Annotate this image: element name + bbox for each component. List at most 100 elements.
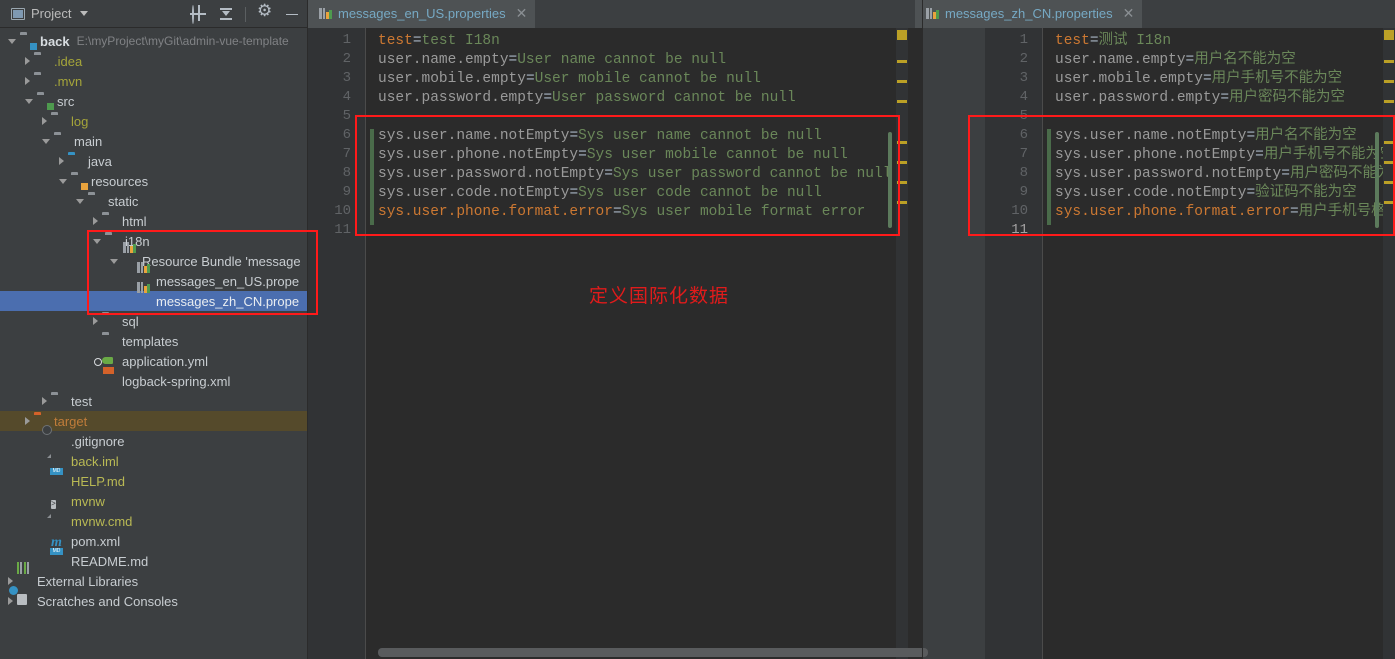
warning-marker[interactable] <box>1384 141 1394 144</box>
expand-arrow-open-icon[interactable] <box>110 258 118 264</box>
code-line[interactable]: sys.user.password.notEmpty=用户密码不能为空 <box>1055 165 1395 184</box>
warning-marker[interactable] <box>897 30 907 40</box>
tree-item-i18n[interactable]: i18n <box>0 231 308 251</box>
code-line[interactable]: sys.user.name.notEmpty=Sys user name can… <box>378 127 822 146</box>
code-line[interactable]: test=测试 I18n <box>1055 32 1171 51</box>
code-line[interactable]: sys.user.name.notEmpty=用户名不能为空 <box>1055 127 1357 146</box>
close-icon[interactable]: ✕ <box>1123 6 1135 20</box>
code-line[interactable]: user.password.empty=User password cannot… <box>378 89 796 108</box>
tree-item-external-libraries[interactable]: External Libraries <box>0 561 308 591</box>
tree-item--gitignore[interactable]: .gitignore <box>0 431 308 451</box>
tree-item-mvnw-cmd[interactable]: mvnw.cmd <box>0 511 308 531</box>
code-line[interactable]: sys.user.phone.format.error=用户手机号格式错误 <box>1055 203 1395 222</box>
close-icon[interactable]: ✕ <box>516 6 528 20</box>
tree-item-messages-en-us-prope[interactable]: messages_en_US.prope <box>0 261 308 291</box>
warning-marker[interactable] <box>1384 161 1394 164</box>
code-line[interactable]: sys.user.password.notEmpty=Sys user pass… <box>378 165 891 184</box>
tree-item-resource-bundle-message[interactable]: Resource Bundle 'message <box>0 241 308 271</box>
gear-icon[interactable] <box>257 2 272 21</box>
tree-item-java[interactable]: java <box>0 151 308 171</box>
expand-arrow-open-icon[interactable] <box>93 238 101 244</box>
editor-pane-en-us[interactable]: 1 2 3 4 5 6 7 8 9 10 11 test=test I18n user.name.em… <box>308 28 928 659</box>
code-line[interactable]: user.name.empty=用户名不能为空 <box>1055 51 1296 70</box>
code-line[interactable]: sys.user.code.notEmpty=验证码不能为空 <box>1055 184 1357 203</box>
error-marker-column[interactable] <box>1383 28 1395 659</box>
warning-marker[interactable] <box>897 100 907 103</box>
code-line[interactable]: sys.user.phone.notEmpty=Sys user mobile … <box>378 146 848 165</box>
warning-marker[interactable] <box>1384 80 1394 83</box>
tree-item-back[interactable]: back E:\myProject\myGit\admin-vue-templat… <box>0 31 308 51</box>
tree-item--idea[interactable]: .idea <box>0 51 308 71</box>
editor-splitter[interactable] <box>922 0 923 659</box>
warning-marker[interactable] <box>897 181 907 184</box>
tree-item-pom-xml[interactable]: m pom.xml <box>0 531 308 551</box>
project-panel-title-group[interactable]: Project <box>0 0 89 28</box>
expand-arrow-closed-icon[interactable] <box>25 77 30 85</box>
expand-arrow-closed-icon[interactable] <box>25 57 30 65</box>
editor-scrollbar-thumb[interactable] <box>1375 132 1379 228</box>
code-line[interactable]: sys.user.phone.notEmpty=用户手机号不能为空 <box>1055 146 1394 165</box>
warning-marker[interactable] <box>897 60 907 63</box>
tree-item-sql[interactable]: sql <box>0 311 308 331</box>
code-line[interactable]: user.password.empty=用户密码不能为空 <box>1055 89 1345 108</box>
tree-item-messages-zh-cn-prope[interactable]: messages_zh_CN.prope <box>0 281 308 311</box>
tab-messages-en-us[interactable]: messages_en_US.properties ✕ <box>308 0 536 28</box>
code-line[interactable]: sys.user.code.notEmpty=Sys user code can… <box>378 184 822 203</box>
chevron-down-icon[interactable] <box>80 11 89 16</box>
tree-item-log[interactable]: log <box>0 111 308 131</box>
expand-arrow-closed-icon[interactable] <box>8 577 13 585</box>
tree-item-application-yml[interactable]: application.yml <box>0 351 308 371</box>
warning-marker[interactable] <box>1384 201 1394 204</box>
tree-item-logback-spring-xml[interactable]: logback-spring.xml <box>0 371 308 391</box>
code-line[interactable]: user.mobile.empty=用户手机号不能为空 <box>1055 70 1342 89</box>
code-content[interactable]: test=test I18n user.name.empty=User name … <box>378 28 922 659</box>
code-line[interactable]: user.name.empty=User name cannot be null <box>378 51 726 70</box>
code-content[interactable]: test=测试 I18n user.name.empty=用户名不能为空 user.… <box>1055 28 1395 659</box>
tree-item-test[interactable]: test <box>0 391 308 411</box>
tree-item-back-iml[interactable]: back.iml <box>0 451 308 471</box>
expand-arrow-closed-icon[interactable] <box>42 397 47 405</box>
warning-marker[interactable] <box>897 80 907 83</box>
tree-item-mvnw[interactable]: > mvnw <box>0 491 308 511</box>
expand-arrow-open-icon[interactable] <box>59 178 67 184</box>
project-tree[interactable]: back E:\myProject\myGit\admin-vue-templat… <box>0 28 308 659</box>
horizontal-scrollbar[interactable] <box>378 648 928 657</box>
minimize-icon[interactable] <box>284 6 300 22</box>
tree-item-resources[interactable]: resources <box>0 171 308 191</box>
code-line[interactable]: test=test I18n <box>378 32 500 51</box>
error-marker-column[interactable] <box>896 28 908 659</box>
warning-marker[interactable] <box>897 201 907 204</box>
expand-arrow-open-icon[interactable] <box>76 198 84 204</box>
warning-marker[interactable] <box>897 141 907 144</box>
tree-item-main[interactable]: main <box>0 131 308 151</box>
collapse-all-icon[interactable] <box>218 6 234 22</box>
warning-marker[interactable] <box>1384 100 1394 103</box>
tree-item-src[interactable]: src <box>0 91 308 111</box>
expand-arrow-closed-icon[interactable] <box>8 597 13 605</box>
locate-icon[interactable] <box>191 5 207 24</box>
expand-arrow-closed-icon[interactable] <box>42 117 47 125</box>
expand-arrow-open-icon[interactable] <box>25 98 33 104</box>
tab-messages-zh-cn[interactable]: messages_zh_CN.properties ✕ <box>915 0 1143 28</box>
warning-marker[interactable] <box>897 161 907 164</box>
warning-marker[interactable] <box>1384 60 1394 63</box>
editor-pane-zh-cn[interactable]: 1 2 3 4 5 6 7 8 9 10 11 test=测试 I18n user.name.empt… <box>985 28 1395 659</box>
code-line[interactable]: sys.user.phone.format.error=Sys user mob… <box>378 203 865 222</box>
tree-item-help-md[interactable]: HELP.md <box>0 471 308 491</box>
code-line[interactable]: user.mobile.empty=User mobile cannot be … <box>378 70 761 89</box>
tree-item--mvn[interactable]: .mvn <box>0 71 308 91</box>
expand-arrow-closed-icon[interactable] <box>59 157 64 165</box>
expand-arrow-closed-icon[interactable] <box>93 317 98 325</box>
tree-item-static[interactable]: static <box>0 191 308 211</box>
tree-item-html[interactable]: html <box>0 211 308 231</box>
warning-marker[interactable] <box>1384 181 1394 184</box>
editor-scrollbar-thumb[interactable] <box>888 132 892 228</box>
tree-item-scratches-and-consoles[interactable]: Scratches and Consoles <box>0 591 308 611</box>
expand-arrow-closed-icon[interactable] <box>25 417 30 425</box>
warning-marker[interactable] <box>1384 30 1394 40</box>
expand-arrow-open-icon[interactable] <box>42 138 50 144</box>
expand-arrow-open-icon[interactable] <box>8 38 16 44</box>
expand-arrow-closed-icon[interactable] <box>93 217 98 225</box>
tree-item-templates[interactable]: templates <box>0 331 308 351</box>
tree-item-readme-md[interactable]: README.md <box>0 551 308 571</box>
